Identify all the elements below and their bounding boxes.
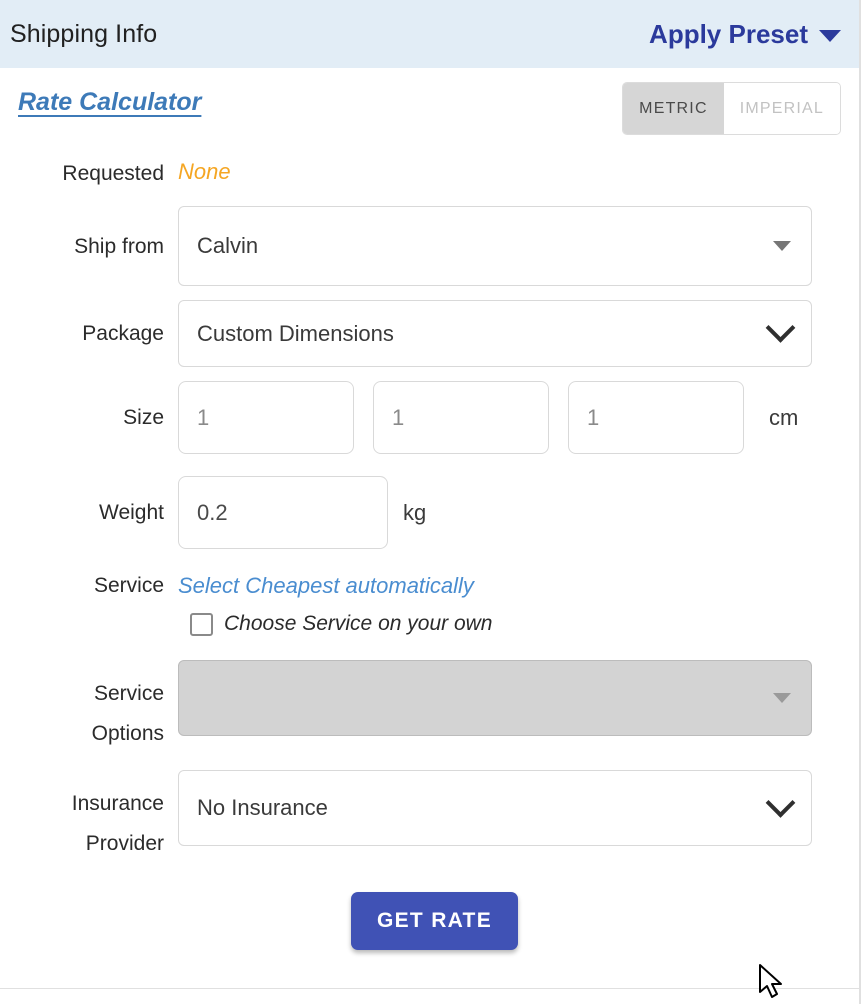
ship-from-select[interactable]: Calvin <box>178 206 812 286</box>
get-rate-row: GET RATE <box>0 892 859 950</box>
requested-value: None <box>178 159 231 184</box>
weight-row: Weight kg <box>0 476 859 549</box>
apply-preset-button[interactable]: Apply Preset <box>649 19 841 50</box>
insurance-provider-field: No Insurance <box>178 770 859 846</box>
rate-calculator-link[interactable]: Rate Calculator <box>18 88 201 117</box>
panel-body: Rate Calculator METRIC IMPERIAL Requeste… <box>0 68 859 950</box>
size-row: Size cm <box>0 381 859 454</box>
requested-label: Requested <box>62 162 164 185</box>
chevron-down-icon <box>765 301 796 366</box>
mouse-cursor <box>759 964 782 998</box>
size-field: cm <box>178 381 859 454</box>
size-width-input[interactable] <box>373 381 549 454</box>
size-height-input[interactable] <box>568 381 744 454</box>
unit-toggle-imperial[interactable]: IMPERIAL <box>723 83 840 134</box>
section-title-row: Rate Calculator METRIC IMPERIAL <box>0 68 859 135</box>
ship-from-row: Ship from Calvin <box>0 206 859 286</box>
size-label: Size <box>123 406 164 429</box>
choose-service-label: Choose Service on your own <box>224 612 493 635</box>
insurance-provider-row: Insurance Provider No Insurance <box>0 770 859 864</box>
service-label: Service <box>93 574 164 597</box>
shipping-info-panel: Shipping Info Apply Preset Rate Calculat… <box>0 0 861 1004</box>
service-options-select[interactable] <box>178 660 812 736</box>
page-title: Shipping Info <box>10 19 158 48</box>
package-field: Custom Dimensions <box>178 300 859 367</box>
package-row: Package Custom Dimensions <box>0 300 859 367</box>
service-options-label-line2: Options <box>91 722 164 745</box>
insurance-provider-value: No Insurance <box>197 795 328 820</box>
apply-preset-label: Apply Preset <box>649 18 808 49</box>
insurance-provider-label-line1: Insurance <box>71 792 164 815</box>
insurance-provider-label-line2: Provider <box>85 832 164 855</box>
service-row: Service Select Cheapest automatically Ch… <box>0 571 859 636</box>
service-options-row: Service Options <box>0 660 859 754</box>
unit-toggle-metric[interactable]: METRIC <box>623 83 724 134</box>
weight-label: Weight <box>99 501 164 524</box>
chevron-down-icon <box>765 771 796 845</box>
service-options-label-line1: Service <box>93 682 164 705</box>
ship-from-value: Calvin <box>197 233 259 258</box>
size-length-input[interactable] <box>178 381 354 454</box>
service-auto-text: Select Cheapest automatically <box>178 573 474 598</box>
package-value: Custom Dimensions <box>197 320 394 346</box>
package-label: Package <box>82 322 164 345</box>
size-unit-label: cm <box>769 404 799 430</box>
ship-from-label: Ship from <box>74 235 164 258</box>
choose-service-checkbox[interactable] <box>190 612 213 636</box>
weight-input[interactable] <box>178 476 388 549</box>
triangle-down-icon <box>773 661 791 735</box>
chevron-down-icon <box>819 30 841 42</box>
unit-system-toggle[interactable]: METRIC IMPERIAL <box>622 82 841 135</box>
ship-from-field: Calvin <box>178 206 859 286</box>
requested-field: None <box>178 157 859 186</box>
service-field: Select Cheapest automatically Choose Ser… <box>178 571 859 636</box>
service-options-label: Service Options <box>0 660 178 754</box>
weight-field: kg <box>178 476 859 549</box>
weight-unit-label: kg <box>403 499 427 525</box>
get-rate-button[interactable]: GET RATE <box>350 892 518 950</box>
panel-header: Shipping Info Apply Preset <box>0 0 859 68</box>
insurance-provider-label: Insurance Provider <box>0 770 178 864</box>
bottom-divider <box>0 988 859 989</box>
requested-row: Requested None <box>0 157 859 188</box>
service-options-field <box>178 660 859 736</box>
choose-service-checkbox-row[interactable]: Choose Service on your own <box>190 612 859 636</box>
package-select[interactable]: Custom Dimensions <box>178 300 812 367</box>
insurance-provider-select[interactable]: No Insurance <box>178 770 812 846</box>
triangle-down-icon <box>773 207 791 285</box>
